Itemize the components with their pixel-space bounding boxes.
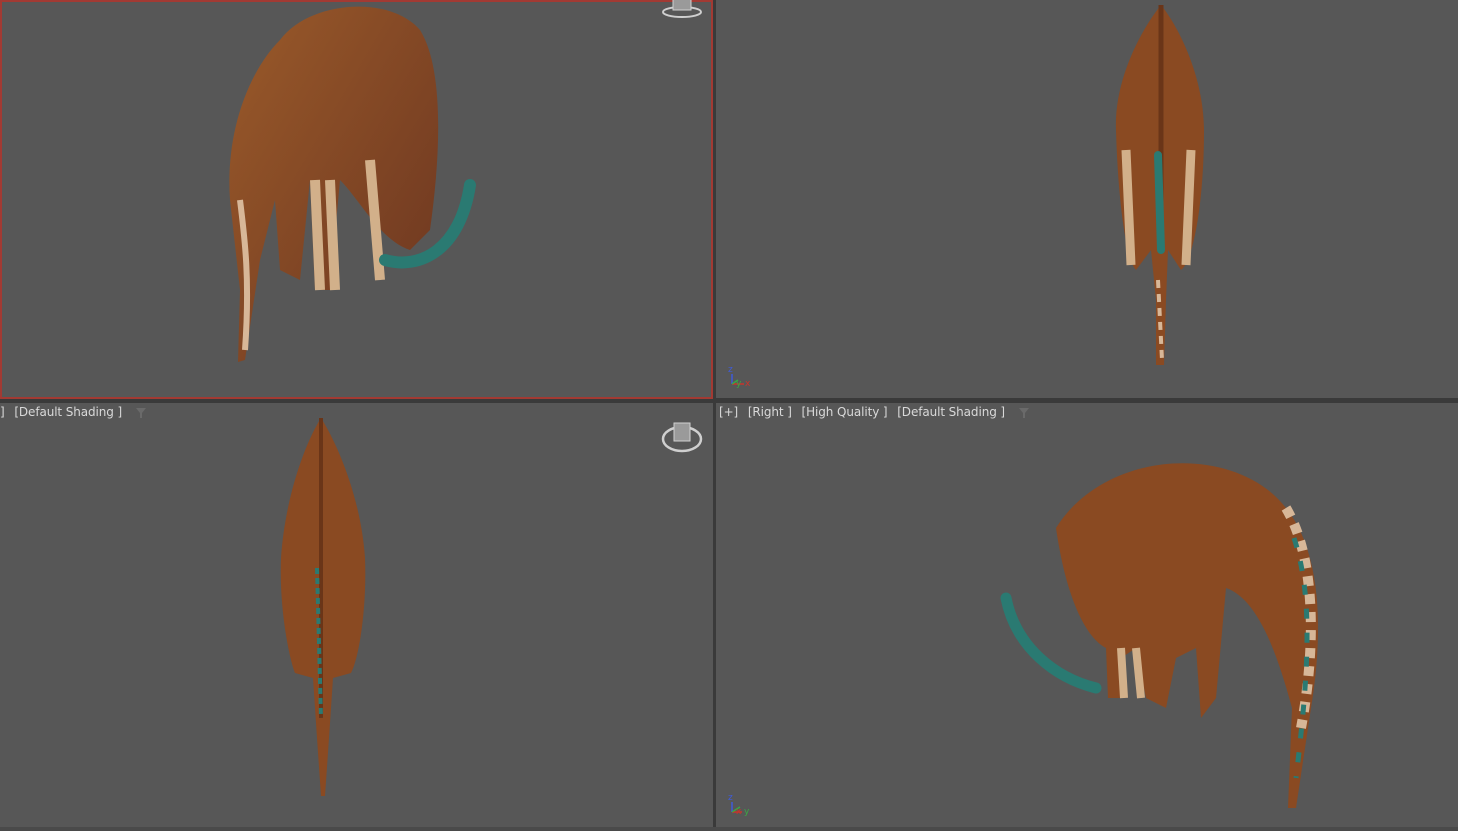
viewcube-icon[interactable] [660, 0, 704, 18]
svg-text:x: x [745, 379, 751, 389]
svg-text:x: x [736, 807, 742, 817]
dinosaur-model-top [280, 418, 366, 796]
viewport-label[interactable]: [+] [Right ] [High Quality ] [Default Sh… [719, 405, 1029, 419]
viewport-top-left[interactable] [0, 0, 713, 399]
viewport-label[interactable]: ] [Default Shading ] [0, 405, 146, 419]
viewport-bottom-right[interactable]: [+] [Right ] [High Quality ] [Default Sh… [716, 403, 1458, 827]
viewport-shading-menu[interactable]: [Default Shading ] [897, 405, 1005, 419]
viewport-shading-menu[interactable]: [Default Shading ] [14, 405, 122, 419]
viewport-bottom-left[interactable]: ] [Default Shading ] [0, 403, 713, 827]
viewport-top-right[interactable]: z x y [716, 0, 1458, 398]
viewport-quality-menu[interactable]: [High Quality ] [802, 405, 888, 419]
axis-tripod-icon: z x y [728, 793, 750, 817]
dinosaur-model-side [1000, 463, 1319, 808]
axis-tripod-icon: z x y [728, 365, 751, 389]
filter-icon[interactable] [1018, 407, 1029, 418]
viewcube-icon[interactable] [660, 419, 704, 457]
filter-icon[interactable] [135, 407, 146, 418]
svg-text:z: z [728, 365, 733, 375]
viewport-label-bracket: ] [0, 405, 5, 419]
viewport-plus-menu[interactable]: [+] [719, 405, 738, 419]
svg-text:y: y [744, 807, 750, 817]
status-strip [0, 827, 1458, 831]
dinosaur-model-back [1115, 5, 1204, 365]
dinosaur-model-front [229, 6, 476, 363]
viewport-view-menu[interactable]: [Right ] [748, 405, 792, 419]
svg-text:y: y [736, 379, 742, 389]
svg-text:z: z [728, 793, 733, 803]
